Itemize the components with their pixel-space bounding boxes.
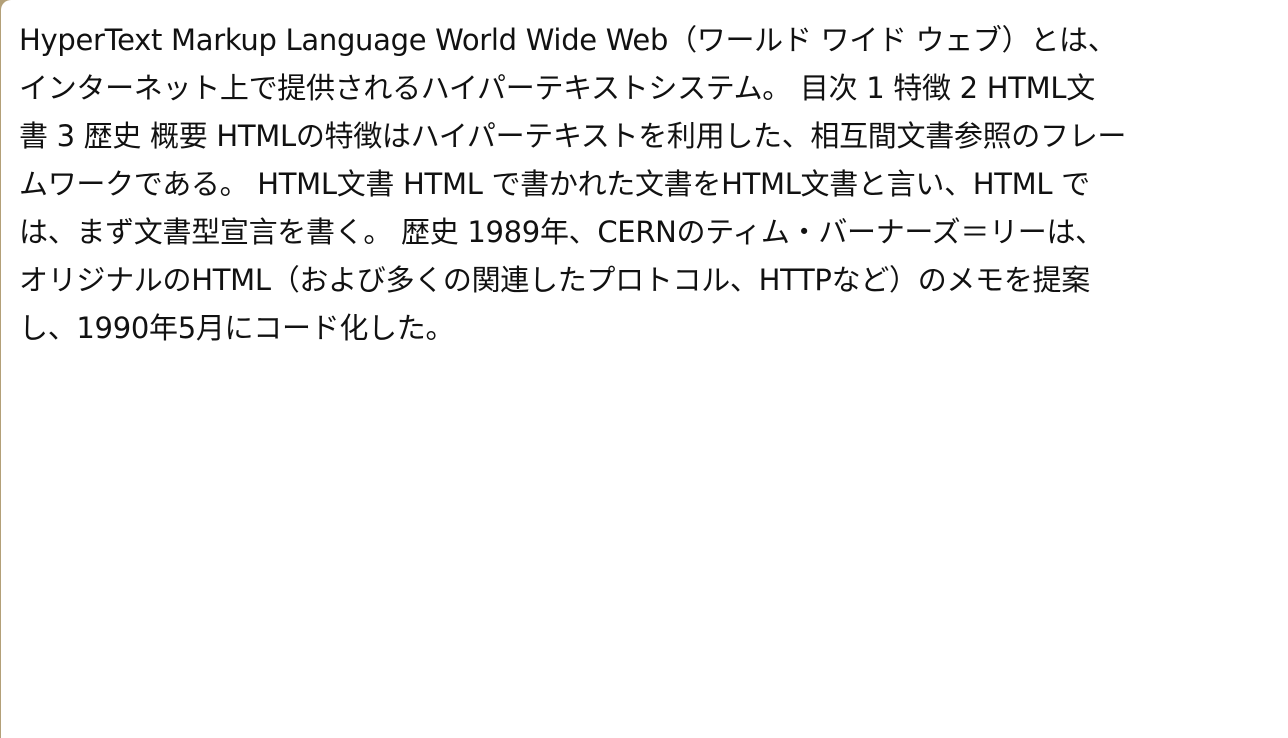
document-window: HyperText Markup Language World Wide Web…: [1, 0, 1288, 738]
text-line-3: 書 3 歴史 概要 HTMLの特徴はハイパーテキストを利用した、相互間文書参照の…: [19, 119, 1127, 153]
document-body: HyperText Markup Language World Wide Web…: [19, 16, 1259, 352]
text-line-1: HyperText Markup Language World Wide Web…: [19, 23, 1117, 57]
text-line-5: は、まず文書型宣言を書く。 歴史 1989年、CERNのティム・バーナーズ＝リー…: [19, 215, 1104, 249]
text-line-6: オリジナルのHTML（および多くの関連したプロトコル、HTTPなど）のメモを提案: [19, 263, 1090, 297]
text-line-2: インターネット上で提供されるハイパーテキストシステム。 目次 1 特徴 2 HT…: [19, 71, 1095, 105]
text-line-7: し、1990年5月にコード化した。: [19, 311, 455, 345]
text-line-4: ムワークである。 HTML文書 HTML で書かれた文書をHTML文書と言い、H…: [19, 167, 1090, 201]
